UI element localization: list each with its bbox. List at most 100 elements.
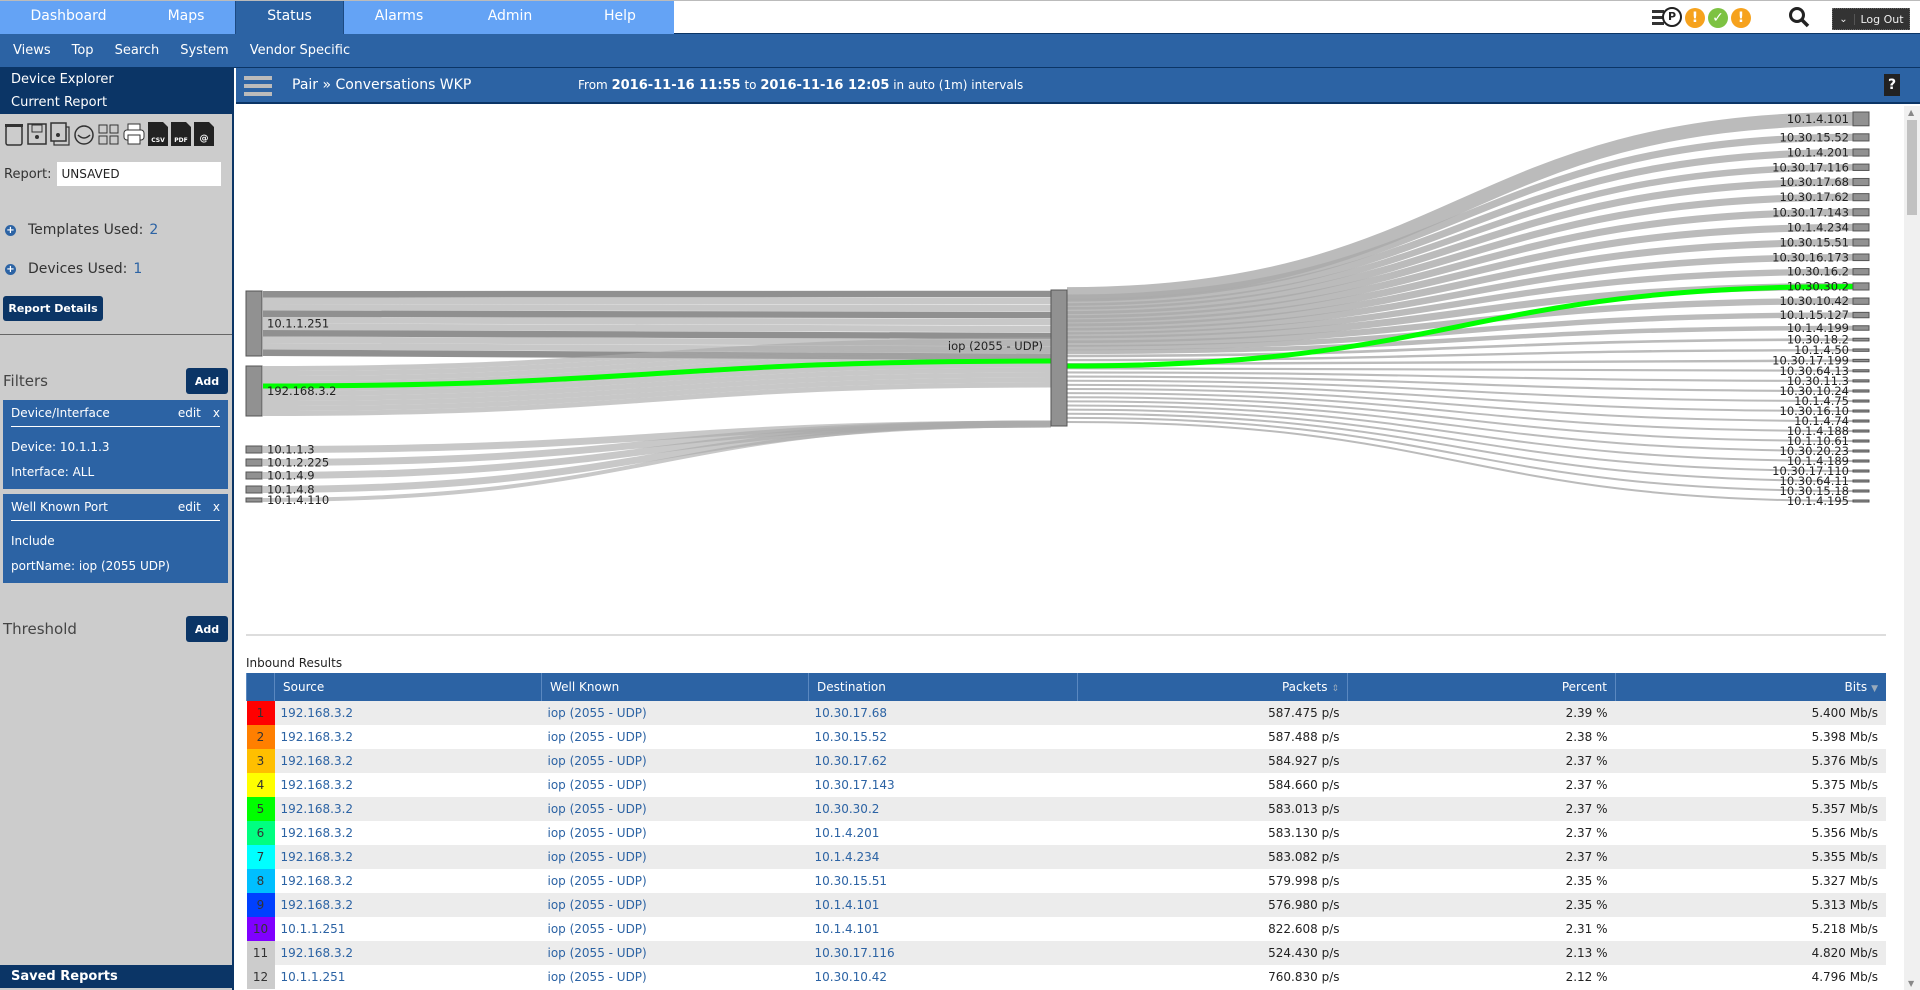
tab-dashboard[interactable]: Dashboard xyxy=(0,1,137,34)
warning-icon[interactable]: ! xyxy=(1685,8,1705,28)
source-link[interactable]: 192.168.3.2 xyxy=(274,749,542,773)
email-icon[interactable]: @ xyxy=(194,122,214,146)
source-link[interactable]: 192.168.3.2 xyxy=(274,773,542,797)
destination-link[interactable]: 10.30.15.51 xyxy=(808,869,1078,893)
search-icon[interactable] xyxy=(1788,6,1810,28)
table-row[interactable]: 7 192.168.3.2 iop (2055 - UDP) 10.1.4.234 58… xyxy=(246,845,1886,869)
csv-icon[interactable]: CSV xyxy=(148,122,168,146)
well-known-link[interactable]: iop (2055 - UDP) xyxy=(541,917,809,941)
source-link[interactable]: 192.168.3.2 xyxy=(274,797,542,821)
add-filter-button[interactable]: Add xyxy=(186,368,228,394)
destination-link[interactable]: 10.1.4.234 xyxy=(808,845,1078,869)
table-row[interactable]: 9 192.168.3.2 iop (2055 - UDP) 10.1.4.101 57… xyxy=(246,893,1886,917)
remove-filter-button[interactable]: x xyxy=(213,406,220,420)
source-link[interactable]: 192.168.3.2 xyxy=(274,845,542,869)
well-known-link[interactable]: iop (2055 - UDP) xyxy=(541,845,809,869)
destination-link[interactable]: 10.30.10.42 xyxy=(808,965,1078,989)
table-row[interactable]: 8 192.168.3.2 iop (2055 - UDP) 10.30.15.51 5… xyxy=(246,869,1886,893)
source-link[interactable]: 192.168.3.2 xyxy=(274,701,542,725)
well-known-link[interactable]: iop (2055 - UDP) xyxy=(541,893,809,917)
table-row[interactable]: 4 192.168.3.2 iop (2055 - UDP) 10.30.17.143… xyxy=(246,773,1886,797)
time-range[interactable]: From 2016-11-16 11:55 to 2016-11-16 12:0… xyxy=(578,78,1023,93)
table-row[interactable]: 11 192.168.3.2 iop (2055 - UDP) 10.30.17.11… xyxy=(246,941,1886,965)
source-link[interactable]: 192.168.3.2 xyxy=(274,821,542,845)
subnav-top[interactable]: Top xyxy=(72,34,94,67)
save-icon[interactable] xyxy=(27,122,47,146)
ok-check-icon[interactable]: ✓ xyxy=(1708,8,1728,28)
table-row[interactable]: 6 192.168.3.2 iop (2055 - UDP) 10.1.4.201 58… xyxy=(246,821,1886,845)
destination-link[interactable]: 10.1.4.201 xyxy=(808,821,1078,845)
table-row[interactable]: 3 192.168.3.2 iop (2055 - UDP) 10.30.17.62 5… xyxy=(246,749,1886,773)
table-row[interactable]: 12 10.1.1.251 iop (2055 - UDP) 10.30.10.42 7… xyxy=(246,965,1886,989)
saved-reports-link[interactable]: Saved Reports xyxy=(0,965,232,988)
source-link[interactable]: 192.168.3.2 xyxy=(274,869,542,893)
subnav-vendor-specific[interactable]: Vendor Specific xyxy=(250,34,350,67)
destination-link[interactable]: 10.30.17.68 xyxy=(808,701,1078,725)
vertical-scrollbar[interactable]: ▲ ▼ xyxy=(1904,106,1920,990)
subnav-search[interactable]: Search xyxy=(115,34,160,67)
pdf-icon[interactable]: PDF xyxy=(171,122,191,146)
col-packets[interactable]: Packets ⇕ xyxy=(1077,673,1348,701)
report-name-input[interactable] xyxy=(57,162,222,186)
source-link[interactable]: 192.168.3.2 xyxy=(274,893,542,917)
table-row[interactable]: 2 192.168.3.2 iop (2055 - UDP) 10.30.15.52 5… xyxy=(246,725,1886,749)
scroll-up-icon[interactable]: ▲ xyxy=(1908,108,1914,117)
destination-link[interactable]: 10.30.17.116 xyxy=(808,941,1078,965)
tab-maps[interactable]: Maps xyxy=(137,1,235,34)
destination-link[interactable]: 10.30.17.62 xyxy=(808,749,1078,773)
tab-help[interactable]: Help xyxy=(566,1,674,34)
destination-link[interactable]: 10.1.4.101 xyxy=(808,893,1078,917)
scroll-down-icon[interactable]: ▼ xyxy=(1908,979,1914,988)
print-icon[interactable] xyxy=(123,122,145,146)
remove-filter-button[interactable]: x xyxy=(213,500,220,514)
table-row[interactable]: 10 10.1.1.251 iop (2055 - UDP) 10.1.4.101 82… xyxy=(246,917,1886,941)
menu-hamburger-icon[interactable] xyxy=(244,76,272,96)
expand-plus-icon[interactable]: + xyxy=(5,224,16,236)
device-explorer-link[interactable]: Device Explorer xyxy=(11,68,232,91)
edit-filter-link[interactable]: edit xyxy=(178,500,201,514)
ep-p-icon[interactable]: P xyxy=(1650,7,1682,29)
col-source[interactable]: Source xyxy=(274,673,542,701)
templates-used[interactable]: + Templates Used: 2 xyxy=(0,220,232,240)
col-bits[interactable]: Bits ▼ xyxy=(1615,673,1886,701)
destination-link[interactable]: 10.1.4.101 xyxy=(808,917,1078,941)
tab-status[interactable]: Status xyxy=(235,1,344,34)
tab-alarms[interactable]: Alarms xyxy=(344,1,454,34)
well-known-link[interactable]: iop (2055 - UDP) xyxy=(541,773,809,797)
tab-admin[interactable]: Admin xyxy=(454,1,566,34)
source-link[interactable]: 192.168.3.2 xyxy=(274,725,542,749)
devices-used[interactable]: + Devices Used: 1 xyxy=(0,259,232,279)
warning-icon[interactable]: ! xyxy=(1731,8,1751,28)
source-link[interactable]: 10.1.1.251 xyxy=(274,917,542,941)
edit-filter-link[interactable]: edit xyxy=(178,406,201,420)
well-known-link[interactable]: iop (2055 - UDP) xyxy=(541,725,809,749)
subnav-views[interactable]: Views xyxy=(13,34,51,67)
source-link[interactable]: 192.168.3.2 xyxy=(274,941,542,965)
subnav-system[interactable]: System xyxy=(180,34,228,67)
scrollbar-thumb[interactable] xyxy=(1907,120,1917,215)
col-destination[interactable]: Destination xyxy=(808,673,1078,701)
well-known-link[interactable]: iop (2055 - UDP) xyxy=(541,821,809,845)
well-known-link[interactable]: iop (2055 - UDP) xyxy=(541,941,809,965)
well-known-link[interactable]: iop (2055 - UDP) xyxy=(541,869,809,893)
grid-icon[interactable] xyxy=(98,122,120,146)
add-threshold-button[interactable]: Add xyxy=(186,616,228,642)
report-details-button[interactable]: Report Details xyxy=(3,296,103,321)
chevron-down-icon[interactable]: ⌄ xyxy=(1833,13,1855,25)
well-known-link[interactable]: iop (2055 - UDP) xyxy=(541,965,809,989)
destination-link[interactable]: 10.30.15.52 xyxy=(808,725,1078,749)
well-known-link[interactable]: iop (2055 - UDP) xyxy=(541,701,809,725)
current-report-link[interactable]: Current Report xyxy=(11,91,232,114)
table-row[interactable]: 1 192.168.3.2 iop (2055 - UDP) 10.30.17.68 5… xyxy=(246,701,1886,725)
clock-icon[interactable] xyxy=(73,122,95,146)
help-button[interactable]: ? xyxy=(1884,74,1900,96)
well-known-link[interactable]: iop (2055 - UDP) xyxy=(541,797,809,821)
trash-icon[interactable] xyxy=(4,122,24,146)
source-link[interactable]: 10.1.1.251 xyxy=(274,965,542,989)
col-well-known[interactable]: Well Known xyxy=(541,673,809,701)
expand-plus-icon[interactable]: + xyxy=(5,263,16,275)
destination-link[interactable]: 10.30.17.143 xyxy=(808,773,1078,797)
well-known-link[interactable]: iop (2055 - UDP) xyxy=(541,749,809,773)
logout-button[interactable]: ⌄ Log Out xyxy=(1832,8,1910,30)
save-as-icon[interactable] xyxy=(50,122,70,146)
